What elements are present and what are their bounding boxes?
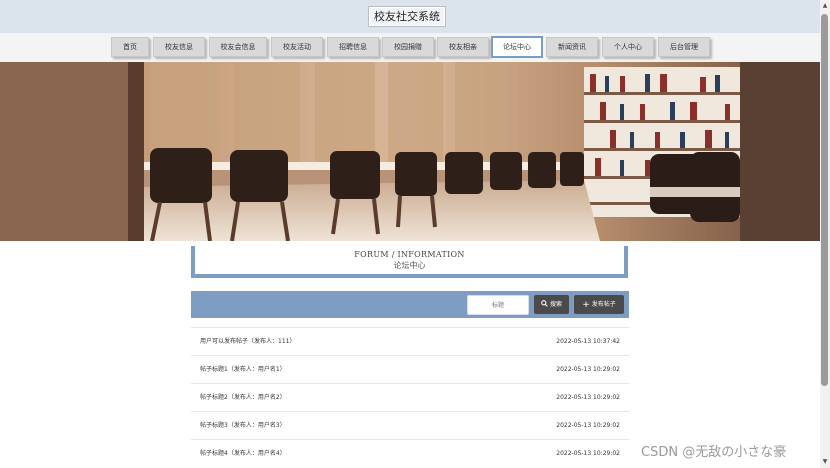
post-row[interactable]: 帖子标题3（发布人：用户名3） 2022-05-13 10:29:02: [191, 411, 629, 439]
search-button[interactable]: 搜索: [534, 295, 569, 314]
nav-item-alumni-activities[interactable]: 校友活动: [271, 37, 323, 57]
nav-item-dating[interactable]: 校友相亲: [437, 37, 489, 57]
library-banner-image: [0, 62, 820, 241]
title-search-input[interactable]: [467, 295, 529, 315]
search-button-label: 搜索: [549, 301, 562, 308]
post-list: 用户可以发布帖子（发布人：111） 2022-05-13 10:37:42 帖子…: [191, 327, 629, 467]
nav-item-admin[interactable]: 后台管理: [658, 37, 710, 57]
search-icon: [541, 300, 548, 307]
post-time: 2022-05-13 10:29:02: [556, 450, 620, 457]
site-title: 校友社交系统: [368, 6, 446, 27]
post-title: 帖子标题1（发布人：用户名1）: [200, 366, 286, 373]
post-time: 2022-05-13 10:29:02: [556, 366, 620, 373]
post-row[interactable]: 帖子标题2（发布人：用户名2） 2022-05-13 10:29:02: [191, 383, 629, 411]
nav-item-alumni-info[interactable]: 校友信息: [153, 37, 205, 57]
nav-item-alumni-association[interactable]: 校友会信息: [209, 37, 267, 57]
banner-carousel[interactable]: [0, 62, 820, 241]
post-title: 用户可以发布帖子（发布人：111）: [200, 338, 296, 345]
post-time: 2022-05-13 10:29:02: [556, 394, 620, 401]
post-row[interactable]: 用户可以发布帖子（发布人：111） 2022-05-13 10:37:42: [191, 327, 629, 355]
nav-item-jobs[interactable]: 招聘信息: [327, 37, 379, 57]
publish-post-label: 发布帖子: [591, 301, 616, 308]
scroll-down-icon[interactable]: ▼: [820, 457, 830, 467]
nav-item-profile[interactable]: 个人中心: [602, 37, 654, 57]
post-time: 2022-05-13 10:29:02: [556, 422, 620, 429]
post-title: 帖子标题3（发布人：用户名3）: [200, 422, 286, 429]
scrollbar-thumb[interactable]: [821, 14, 828, 386]
forum-title-cn: 论坛中心: [393, 261, 426, 270]
scroll-up-icon[interactable]: ▲: [820, 1, 830, 11]
post-row[interactable]: 帖子标题1（发布人：用户名1） 2022-05-13 10:29:02: [191, 355, 629, 383]
nav-item-donation[interactable]: 校园捐赠: [382, 37, 434, 57]
plus-icon: +: [582, 300, 590, 310]
forum-title-en: FORUM / INFORMATION: [354, 250, 465, 259]
nav-item-forum[interactable]: 论坛中心: [491, 36, 543, 58]
main-nav: 首页 校友信息 校友会信息 校友活动 招聘信息 校园捐赠 校友相亲 论坛中心 新…: [0, 33, 820, 62]
publish-post-button[interactable]: + 发布帖子: [574, 295, 624, 314]
top-header-bar: 校友社交系统: [0, 0, 820, 33]
forum-section-header: FORUM / INFORMATION 论坛中心: [191, 246, 628, 278]
nav-item-news[interactable]: 新闻资讯: [546, 37, 598, 57]
post-title: 帖子标题2（发布人：用户名2）: [200, 394, 286, 401]
post-title: 帖子标题4（发布人：用户名4）: [200, 450, 286, 457]
csdn-watermark: CSDN @无敌の小さな豪: [641, 445, 787, 460]
post-time: 2022-05-13 10:37:42: [556, 338, 620, 345]
nav-item-home[interactable]: 首页: [111, 37, 149, 57]
post-row[interactable]: 帖子标题4（发布人：用户名4） 2022-05-13 10:29:02: [191, 439, 629, 467]
forum-toolbar: 搜索 + 发布帖子: [191, 291, 629, 318]
